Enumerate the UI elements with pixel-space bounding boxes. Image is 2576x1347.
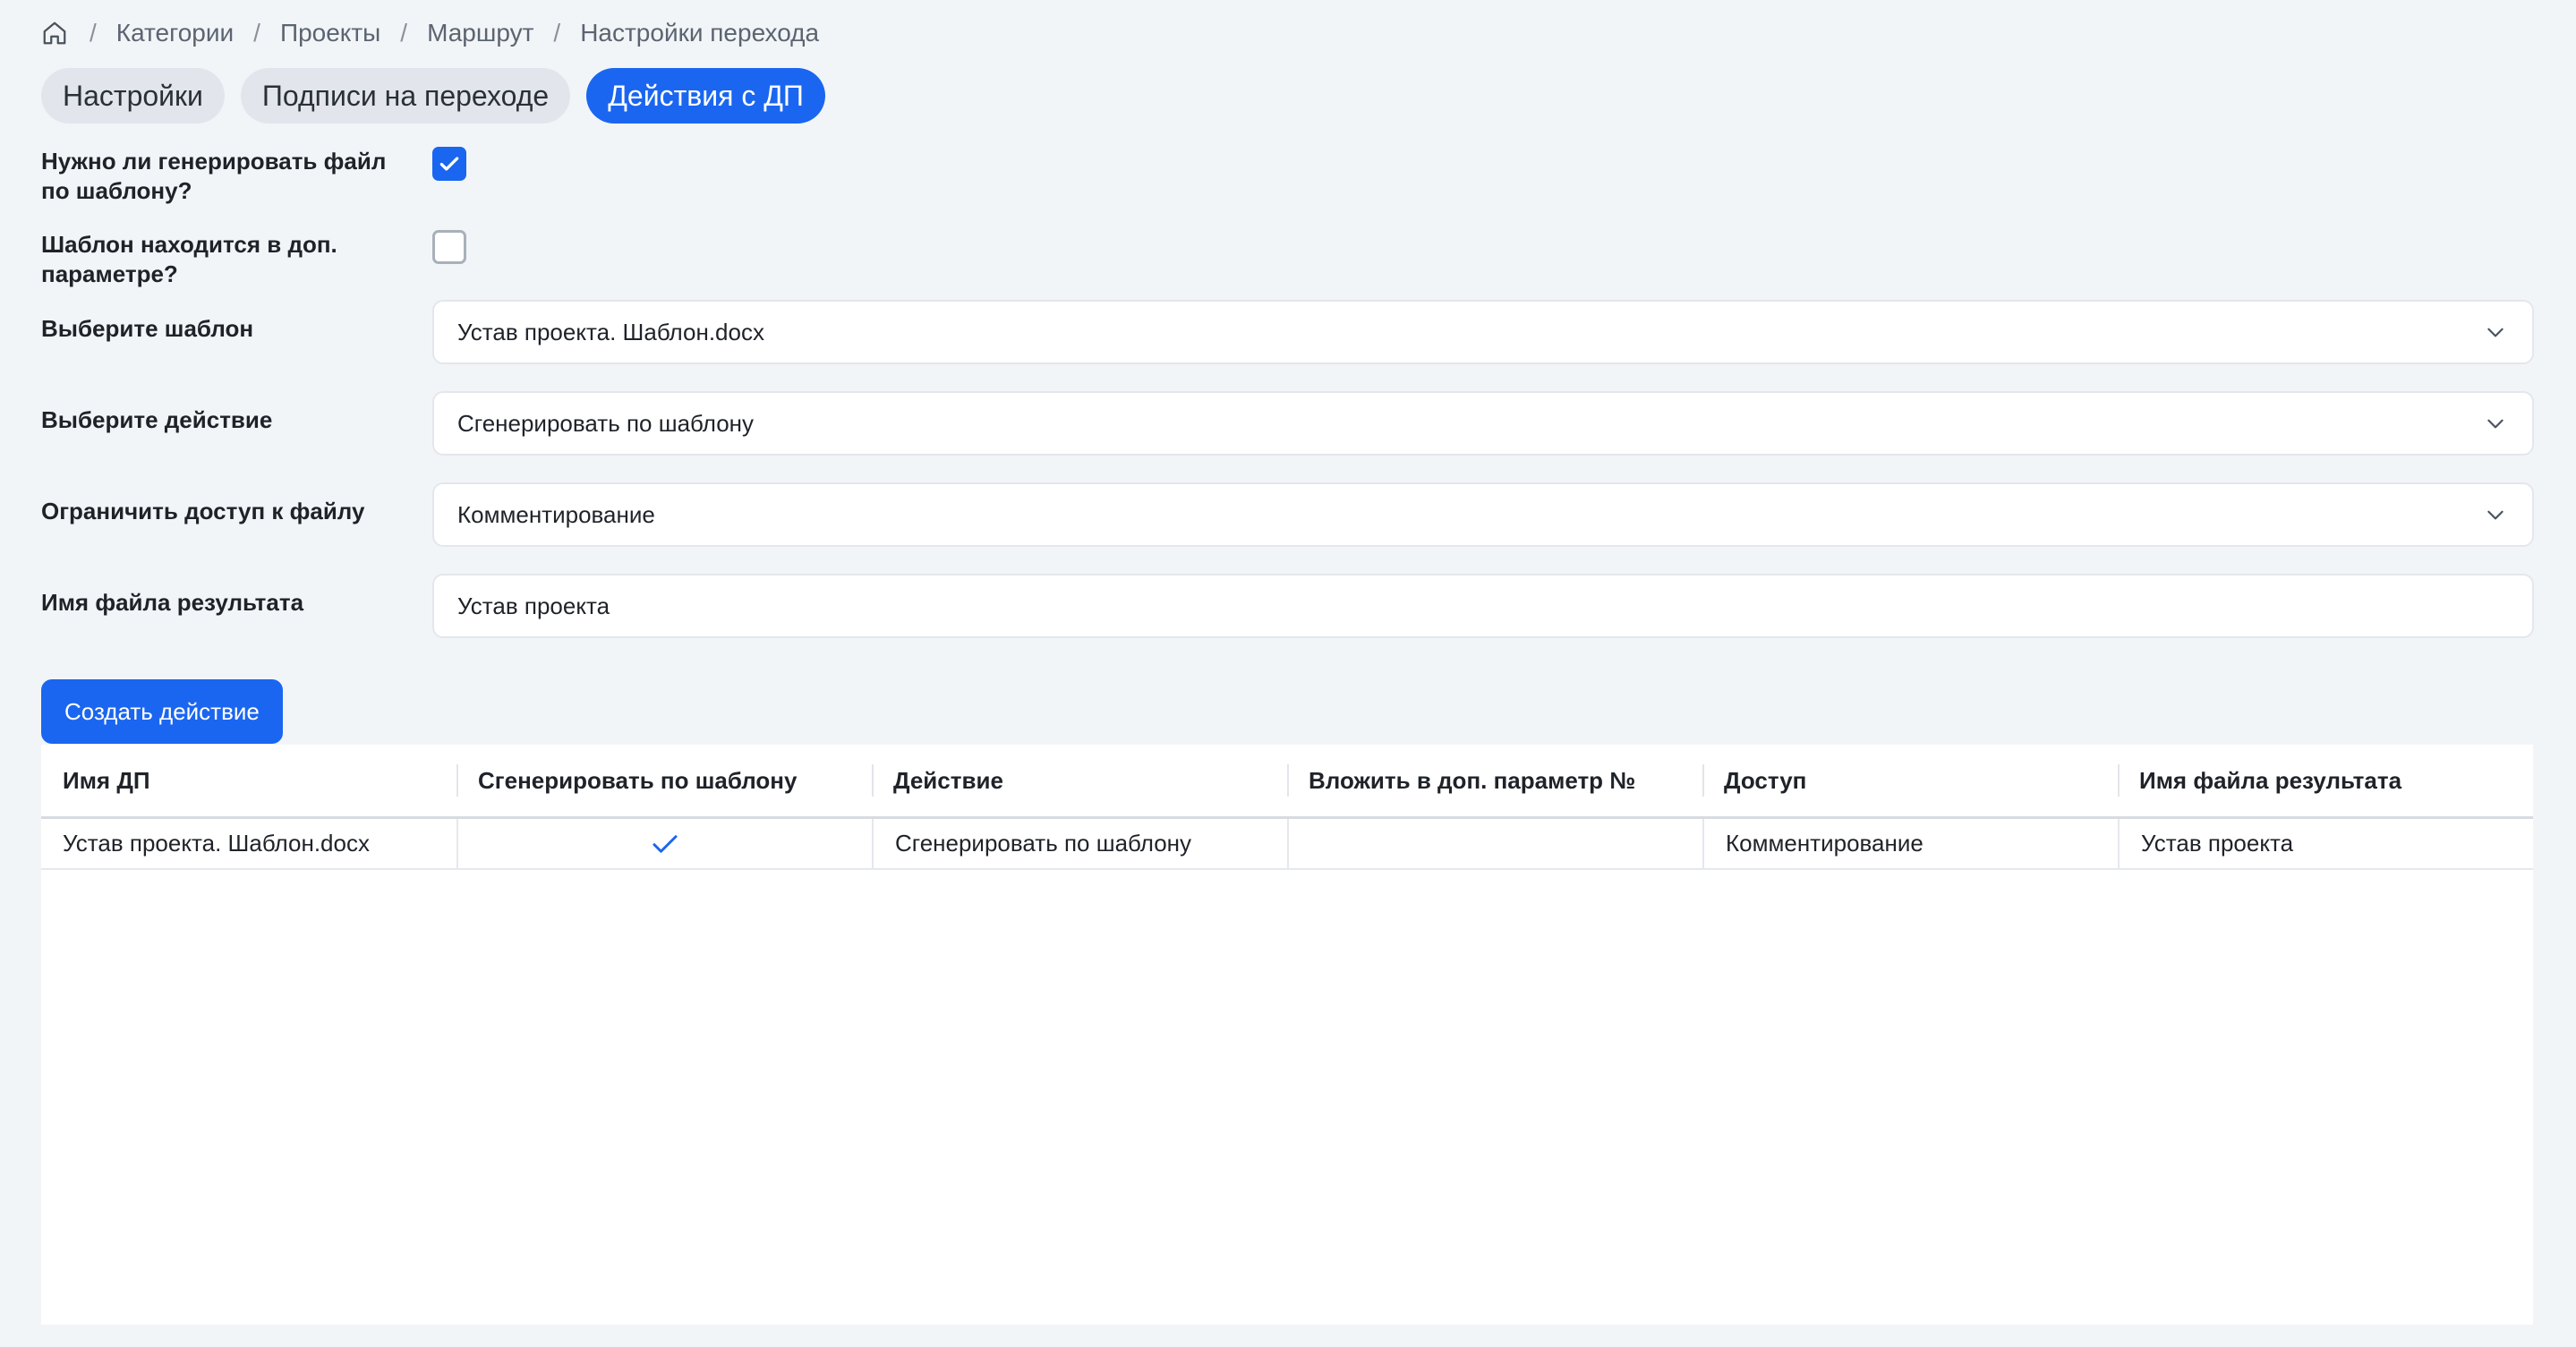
breadcrumb-separator: / (400, 19, 408, 47)
action-select[interactable]: Сгенерировать по шаблону (432, 391, 2534, 456)
table-header: Имя ДП Сгенерировать по шаблону Действие… (41, 745, 2533, 819)
filename-input-value: Устав проекта (457, 592, 610, 619)
tab-bar: Настройки Подписи на переходе Действия с… (41, 68, 825, 124)
breadcrumb-item-route[interactable]: Маршрут (427, 19, 533, 47)
cell-action: Сгенерировать по шаблону (872, 819, 1287, 868)
check-icon (653, 834, 678, 853)
action-label: Выберите действие (41, 406, 273, 433)
access-label: Ограничить доступ к файлу (41, 498, 365, 524)
tab-settings[interactable]: Настройки (41, 68, 225, 124)
breadcrumb-separator: / (553, 19, 561, 47)
tab-document-actions[interactable]: Действия с ДП (586, 68, 825, 124)
template-select[interactable]: Устав проекта. Шаблон.docx (432, 300, 2534, 364)
template-label: Выберите шаблон (41, 315, 254, 342)
access-select-value: Комментирование (457, 500, 655, 528)
column-header-action[interactable]: Действие (872, 745, 1287, 816)
cell-param-no (1287, 819, 1702, 868)
access-select[interactable]: Комментирование (432, 482, 2534, 547)
chevron-down-icon[interactable] (2484, 411, 2509, 436)
create-action-button[interactable]: Создать действие (41, 679, 283, 744)
table-row[interactable]: Устав проекта. Шаблон.docx Сгенерировать… (41, 819, 2533, 870)
column-header-result-filename[interactable]: Имя файла результата (2118, 745, 2533, 816)
cell-generate (456, 819, 872, 868)
column-header-generate[interactable]: Сгенерировать по шаблону (456, 745, 872, 816)
actions-table: Имя ДП Сгенерировать по шаблону Действие… (41, 745, 2533, 1325)
breadcrumb-item-categories[interactable]: Категории (116, 19, 234, 47)
check-icon (439, 157, 459, 171)
chevron-down-icon[interactable] (2484, 502, 2509, 527)
breadcrumb-item-projects[interactable]: Проекты (280, 19, 380, 47)
cell-access: Комментирование (1702, 819, 2118, 868)
generate-label: Нужно ли генерировать файл по шаблону? (41, 148, 387, 204)
template-select-value: Устав проекта. Шаблон.docx (457, 318, 764, 345)
template-in-param-checkbox[interactable] (432, 230, 466, 264)
cell-result-filename: Устав проекта (2118, 819, 2533, 868)
column-header-name[interactable]: Имя ДП (41, 745, 456, 816)
filename-label: Имя файла результата (41, 589, 304, 616)
breadcrumb-separator: / (90, 19, 97, 47)
template-in-param-label: Шаблон находится в доп. параметре? (41, 231, 337, 287)
breadcrumb-item-current: Настройки перехода (580, 19, 820, 47)
column-header-access[interactable]: Доступ (1702, 745, 2118, 816)
chevron-down-icon[interactable] (2484, 320, 2509, 345)
home-icon[interactable] (41, 19, 70, 47)
breadcrumb-separator: / (253, 19, 260, 47)
filename-input[interactable]: Устав проекта (432, 574, 2534, 638)
tab-transition-signatures[interactable]: Подписи на переходе (240, 68, 571, 124)
breadcrumb: / Категории / Проекты / Маршрут / Настро… (41, 18, 819, 48)
generate-checkbox[interactable] (432, 147, 466, 181)
cell-name: Устав проекта. Шаблон.docx (63, 830, 370, 857)
action-select-value: Сгенерировать по шаблону (457, 409, 755, 437)
column-header-param-no[interactable]: Вложить в доп. параметр № (1287, 745, 1702, 816)
